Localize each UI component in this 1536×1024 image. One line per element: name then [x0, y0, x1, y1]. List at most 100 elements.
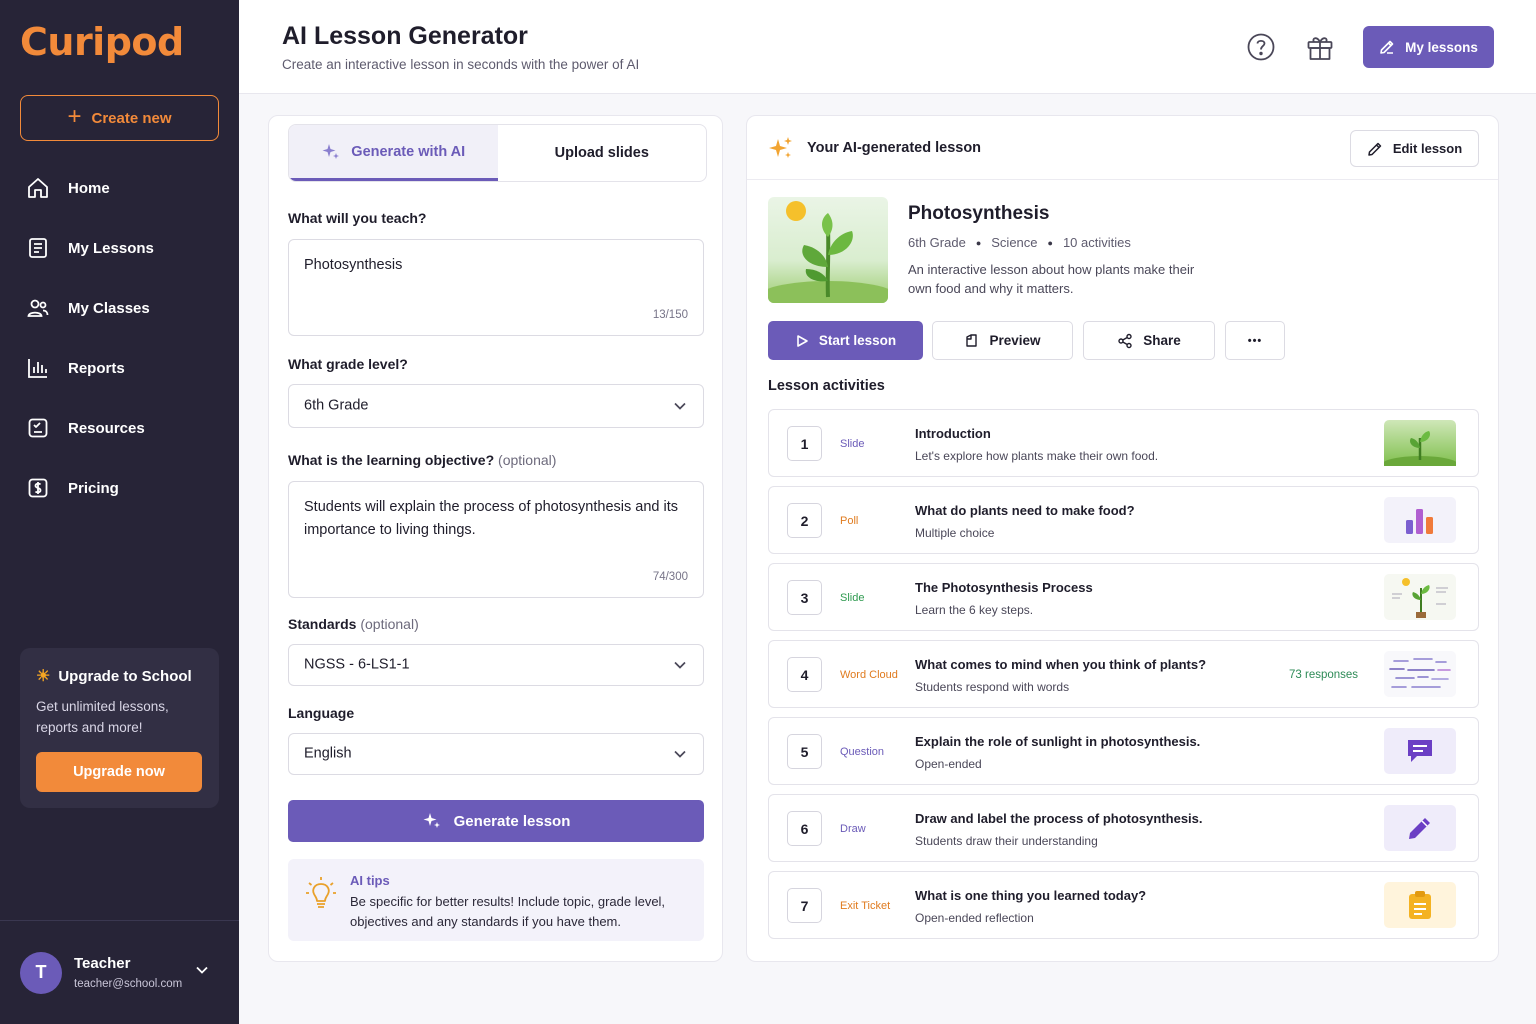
lesson-meta: 6th Grade ● Science ● 10 activities — [908, 235, 1131, 250]
standards-label-text: Standards — [288, 616, 357, 632]
page-header: AI Lesson Generator Create an interactiv… — [239, 0, 1536, 94]
user-menu[interactable]: T Teacher teacher@school.com — [0, 920, 239, 1024]
plant-sun-illustration — [768, 201, 888, 303]
topic-input[interactable]: Photosynthesis 13/150 — [288, 239, 704, 336]
activity-type: Question — [840, 746, 885, 758]
activity-row[interactable]: 5 Question Explain the role of sunlight in… — [768, 717, 1479, 785]
generated-lesson-title: Your AI-generated lesson — [807, 140, 982, 156]
my-lessons-label: My lessons — [1405, 39, 1478, 55]
sidebar-item-resources[interactable]: Resources — [0, 398, 239, 458]
sparkle-icon — [769, 137, 792, 158]
plus-icon: + — [67, 103, 82, 130]
share-button[interactable]: Share — [1083, 321, 1215, 360]
sidebar-item-pricing[interactable]: Pricing — [0, 458, 239, 518]
sidebar-item-label: Pricing — [68, 479, 119, 497]
objective-label-text: What is the learning objective? — [288, 452, 495, 468]
tips-title: AI tips — [350, 873, 390, 888]
edit-lesson-button[interactable]: Edit lesson — [1350, 130, 1479, 167]
activity-number: 2 — [787, 503, 822, 538]
activity-row[interactable]: 4 Word Cloud What comes to mind when you t… — [768, 640, 1479, 708]
preview-button[interactable]: Preview — [932, 321, 1073, 360]
lessons-icon — [29, 238, 47, 258]
tips-text: Be specific for better results! Include … — [350, 894, 666, 929]
activity-type: Slide — [840, 592, 865, 604]
activity-title: Explain the role of sunlight in photosyn… — [915, 734, 1201, 749]
generated-lesson-header: Your AI-generated lesson Edit lesson — [747, 116, 1498, 180]
sidebar-item-label: Resources — [68, 419, 145, 437]
activity-subtitle: Learn the 6 key steps. — [915, 603, 1034, 617]
objective-value: Students will explain the process of pho… — [304, 499, 678, 538]
plant-diagram-image — [1384, 574, 1456, 620]
curipod-logo[interactable]: Curipod — [20, 20, 184, 64]
upgrade-title: ☀ Upgrade to School — [36, 666, 203, 686]
gift-icon[interactable] — [1305, 32, 1335, 62]
lesson-description: An interactive lesson about how plants m… — [908, 262, 1195, 296]
sidebar: Curipod + Create new Home My Lessons My … — [0, 0, 239, 1024]
activity-row[interactable]: 6 Draw Draw and label the process of photo… — [768, 794, 1479, 862]
activity-row[interactable]: 7 Exit Ticket What is one thing you learne… — [768, 871, 1479, 939]
resources-icon — [28, 418, 48, 438]
sidebar-nav: Home My Lessons My Classes Reports Resou… — [0, 158, 239, 518]
my-lessons-button[interactable]: My lessons — [1363, 26, 1494, 68]
tab-generate-with-ai[interactable]: Generate with AI — [289, 125, 498, 181]
pencil-icon — [1380, 40, 1394, 54]
classes-icon — [27, 299, 49, 317]
activity-number: 3 — [787, 580, 822, 615]
activity-row[interactable]: 2 Poll What do plants need to make food? Mu… — [768, 486, 1479, 554]
more-options-button[interactable]: ••• — [1225, 321, 1285, 360]
activity-number: 5 — [787, 734, 822, 769]
avatar: T — [20, 951, 62, 994]
tab-upload-slides[interactable]: Upload slides — [498, 125, 707, 181]
preview-label: Preview — [989, 333, 1041, 348]
create-new-button[interactable]: + Create new — [20, 95, 219, 141]
sidebar-item-my-lessons[interactable]: My Lessons — [0, 218, 239, 278]
chevron-down-icon — [674, 661, 686, 669]
language-value: English — [304, 745, 352, 762]
standards-select[interactable]: NGSS - 6-LS1-1 — [288, 644, 704, 686]
chevron-down-icon[interactable] — [195, 963, 209, 977]
objective-textarea[interactable]: Students will explain the process of pho… — [288, 481, 704, 598]
word-cloud-image — [1384, 651, 1456, 697]
activity-number: 4 — [787, 657, 822, 692]
activity-title: What is one thing you learned today? — [915, 888, 1147, 903]
sidebar-item-my-classes[interactable]: My Classes — [0, 278, 239, 338]
sparkle-icon — [423, 813, 440, 828]
play-icon — [797, 334, 808, 347]
sidebar-item-label: My Lessons — [68, 239, 154, 257]
language-label: Language — [288, 705, 355, 721]
tab-label: Upload slides — [554, 145, 649, 161]
preview-icon — [966, 334, 978, 347]
activity-row[interactable]: 1 Slide Introduction Let's explore how plan… — [768, 409, 1479, 477]
activity-type: Exit Ticket — [840, 900, 891, 912]
activity-type: Poll — [840, 515, 859, 527]
lightbulb-icon — [306, 877, 336, 908]
start-lesson-button[interactable]: Start lesson — [768, 321, 923, 360]
home-icon — [28, 178, 48, 198]
lesson-activity-count: 10 activities — [1062, 235, 1131, 250]
help-icon[interactable] — [1246, 32, 1276, 62]
sidebar-item-label: My Classes — [68, 299, 150, 317]
tab-label: Generate with AI — [351, 143, 466, 160]
upgrade-now-button[interactable]: Upgrade now — [36, 752, 202, 792]
activity-row[interactable]: 3 Slide The Photosynthesis Process Learn th… — [768, 563, 1479, 631]
generate-lesson-label: Generate lesson — [453, 812, 571, 830]
activity-type: Draw — [840, 823, 866, 835]
activity-subtitle: Open-ended — [915, 757, 982, 771]
objective-label: What is the learning objective? (optiona… — [288, 452, 556, 468]
activity-type: Word Cloud — [840, 669, 898, 681]
sidebar-item-reports[interactable]: Reports — [0, 338, 239, 398]
activity-title: Draw and label the process of photosynth… — [915, 811, 1203, 826]
lesson-activities-heading: Lesson activities — [768, 378, 885, 394]
character-count: 13/150 — [652, 309, 688, 321]
pricing-icon — [28, 478, 48, 498]
grade-select[interactable]: 6th Grade — [288, 384, 704, 428]
generate-lesson-button[interactable]: Generate lesson — [288, 800, 704, 842]
upgrade-title-text: Upgrade to School — [58, 667, 192, 685]
chevron-down-icon — [674, 750, 686, 758]
sidebar-item-home[interactable]: Home — [0, 158, 239, 218]
share-label: Share — [1143, 333, 1181, 348]
separator-dot: ● — [975, 237, 982, 248]
activity-title: Introduction — [915, 426, 991, 441]
language-select[interactable]: English — [288, 733, 704, 775]
create-new-label: Create new — [91, 109, 172, 127]
